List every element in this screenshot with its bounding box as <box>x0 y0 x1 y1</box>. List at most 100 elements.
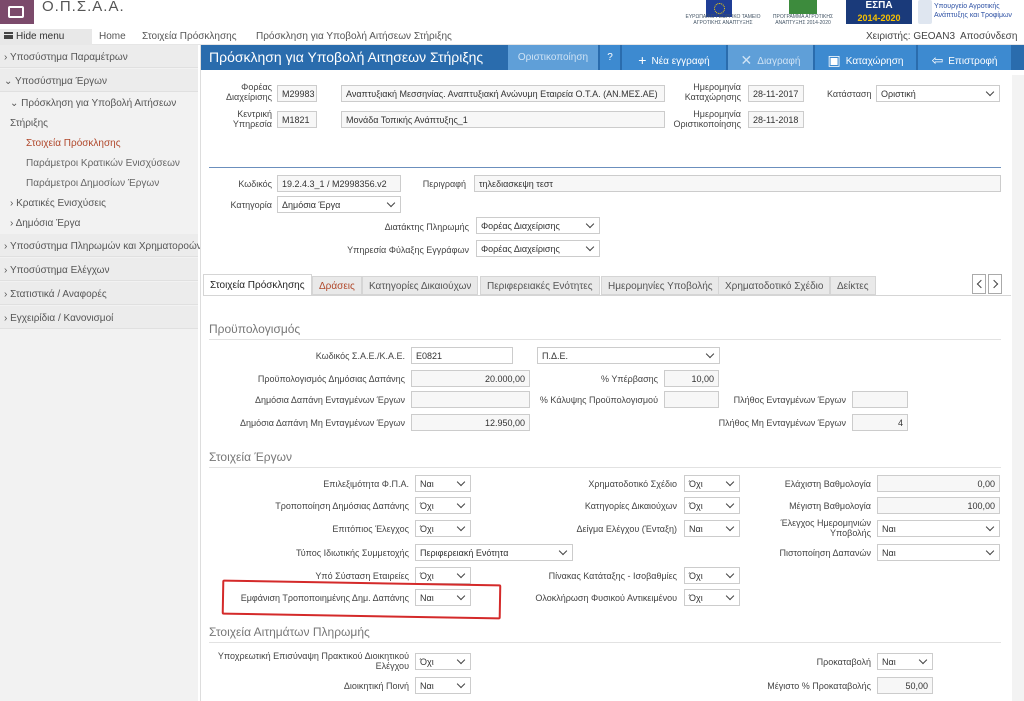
chevron-down-icon <box>558 546 568 556</box>
modify-spend-select[interactable]: Όχι <box>415 497 471 514</box>
chevron-down-icon <box>456 569 466 579</box>
advance-label: Προκαταβολή <box>816 657 871 667</box>
sidebar-item-manuals[interactable]: › Εγχειρίδια / Κανονισμοί <box>0 306 198 329</box>
payer-select[interactable]: Φορέας Διαχείρισης <box>476 217 600 234</box>
sidebar-item-invitation[interactable]: ⌄ Πρόσκληση για Υποβολή Αιτήσεων <box>10 98 208 109</box>
sidebar-item-projects[interactable]: ⌄ Υποσύστημα Έργων <box>0 69 198 92</box>
tab-prev-button[interactable] <box>972 274 986 294</box>
overrun-field[interactable]: 10,00 <box>664 370 719 387</box>
sidebar-item-state-aid[interactable]: › Κρατικές Ενισχύσεις <box>10 198 208 209</box>
help-button[interactable]: ? <box>600 45 620 70</box>
tab-funding-plan[interactable]: Χρηματοδοτικό Σχέδιο <box>718 276 831 295</box>
max-score-label: Μέγιστη Βαθμολογία <box>789 501 871 511</box>
chevron-down-icon <box>456 477 466 487</box>
pde-select[interactable]: Π.Δ.Ε. <box>537 347 720 364</box>
ranking-select[interactable]: Όχι <box>684 567 740 584</box>
min-score-label: Ελάχιστη Βαθμολογία <box>784 479 871 489</box>
not-included-spend-label: Δημόσια Δαπάνη Μη Ενταγμένων Έργων <box>239 418 405 428</box>
save-button[interactable]: ▣ Καταχώρηση <box>815 45 916 70</box>
delete-button[interactable]: ✕ Διαγραφή <box>728 45 813 70</box>
modify-spend-label: Τροποποίηση Δημόσιας Δαπάνης <box>275 501 409 511</box>
tab-indicators[interactable]: Δείκτες <box>830 276 876 295</box>
included-spend-field[interactable] <box>411 391 530 408</box>
save-icon: ▣ <box>827 52 841 68</box>
tab-actions[interactable]: Δράσεις <box>312 276 362 295</box>
vat-select[interactable]: Ναι <box>415 475 471 492</box>
new-record-button[interactable]: + Νέα εγγραφή <box>622 45 726 70</box>
tab-regions[interactable]: Περιφερειακές Ενότητες <box>480 276 600 295</box>
payments-divider <box>209 642 1001 643</box>
coverage-field[interactable] <box>664 391 719 408</box>
advance-select[interactable]: Ναι <box>877 653 933 670</box>
max-advance-field[interactable]: 50,00 <box>877 677 933 694</box>
sae-field[interactable]: Ε0821 <box>411 347 513 364</box>
sidebar-item-invitation-cont[interactable]: Στήριξης <box>10 118 208 129</box>
min-score-field[interactable]: 0,00 <box>877 475 1000 492</box>
tab-next-button[interactable] <box>988 274 1002 294</box>
sidebar-item-public-works-params[interactable]: Παράμετροι Δημοσίων Έργων <box>26 178 224 189</box>
category-select[interactable]: Δημόσια Έργα <box>277 196 401 213</box>
ownership-select[interactable]: Περιφερειακή Ενότητα <box>415 544 573 561</box>
hide-menu-button[interactable]: Hide menu <box>0 29 92 45</box>
max-score-field[interactable]: 100,00 <box>877 497 1000 514</box>
chevron-down-icon <box>456 655 466 665</box>
chevron-down-icon <box>456 679 466 689</box>
cert-select[interactable]: Ναι <box>877 544 1000 561</box>
sidebar-item-invitation-data[interactable]: Στοιχεία Πρόσκλησης <box>26 138 224 149</box>
service-code-field[interactable]: M1821 <box>277 111 317 128</box>
count-not-included-field[interactable]: 4 <box>852 414 908 431</box>
agency-code-field[interactable]: M29983 <box>277 85 317 102</box>
payments-section-title: Στοιχεία Αιτημάτων Πληρωμής <box>209 625 370 639</box>
agency-label: Φορέας Διαχείρισης <box>209 82 272 102</box>
sample-select[interactable]: Ναι <box>684 520 740 537</box>
sidebar-item-public-works[interactable]: › Δημόσια Έργα <box>10 218 208 229</box>
sidebar-item-parameters[interactable]: › Υποσύστημα Παραμέτρων <box>0 45 198 68</box>
reg-date-label-line1: Ημερομηνία <box>693 82 741 92</box>
sidebar-item-label: Κρατικές Ενισχύσεις <box>16 198 106 209</box>
back-button[interactable]: ⇦ Επιστροφή <box>918 45 1011 70</box>
agency-name-field[interactable]: Αναπτυξιακή Μεσσηνίας. Αναπτυξιακή Ανώνυ… <box>341 85 665 102</box>
not-included-spend-field[interactable]: 12.950,00 <box>411 414 530 431</box>
reg-date-field[interactable]: 28-11-2017 <box>748 85 804 102</box>
penalty-value: Ναι <box>420 681 434 691</box>
penalty-select[interactable]: Ναι <box>415 677 471 694</box>
status-select[interactable]: Οριστική <box>876 85 1000 102</box>
beneficiaries-select[interactable]: Όχι <box>684 497 740 514</box>
archive-select[interactable]: Φορέας Διαχείρισης <box>476 240 600 257</box>
ownership-label: Τύπος Ιδιωτικής Συμμετοχής <box>296 548 409 558</box>
vat-value: Ναι <box>420 479 434 489</box>
company-select[interactable]: Όχι <box>415 567 471 584</box>
sidebar-item-label: Πρόσκληση για Υποβολή Αιτήσεων <box>21 98 177 109</box>
service-label: Κεντρική Υπηρεσία <box>209 109 272 129</box>
complete-select[interactable]: Όχι <box>684 589 740 606</box>
public-budget-field[interactable]: 20.000,00 <box>411 370 530 387</box>
onsite-check-select[interactable]: Όχι <box>415 520 471 537</box>
pde-value: Π.Δ.Ε. <box>542 351 569 361</box>
breadcrumb-invitation-data[interactable]: Στοιχεία Πρόσκλησης <box>142 31 237 42</box>
funding-select[interactable]: Όχι <box>684 475 740 492</box>
sidebar-item-statistics[interactable]: › Στατιστικά / Αναφορές <box>0 282 198 305</box>
sidebar-item-checks[interactable]: › Υποσύστημα Ελέγχων <box>0 258 198 281</box>
date-check-select[interactable]: Ναι <box>877 520 1000 537</box>
sample-label: Δείγμα Ελέγχου (Ένταξη) <box>576 524 677 534</box>
reg-date-label-line2: Καταχώρησης <box>684 92 741 102</box>
finalize-button[interactable]: Οριστικοποίηση <box>508 45 598 70</box>
final-date-field[interactable]: 28-11-2018 <box>748 111 804 128</box>
sample-value: Ναι <box>689 524 703 534</box>
home-link[interactable]: Home <box>99 31 126 42</box>
code-field[interactable]: 19.2.4.3_1 / M2998356.v2 <box>277 175 401 192</box>
logout-link[interactable]: Αποσύνδεση <box>960 31 1017 42</box>
breadcrumb-invitation[interactable]: Πρόσκληση για Υποβολή Αιτήσεων Στήριξης <box>256 31 452 42</box>
tab-submission-dates[interactable]: Ημερομηνίες Υποβολής <box>601 276 720 295</box>
sae-label: Κωδικός Σ.Α.Ε./Κ.Α.Ε. <box>315 351 405 361</box>
mandatory-attach-select[interactable]: Όχι <box>415 653 471 670</box>
back-arrow-icon: ⇦ <box>931 52 944 68</box>
tab-invitation-data[interactable]: Στοιχεία Πρόσκλησης <box>203 274 312 296</box>
sidebar-item-payments[interactable]: › Υποσύστημα Πληρωμών και Χρηματοροών <box>0 234 202 257</box>
description-field[interactable]: τηλεδιασκεψη τεστ <box>474 175 1001 192</box>
service-name-field[interactable]: Μονάδα Τοπικής Ανάπτυξης_1 <box>341 111 665 128</box>
count-included-field[interactable] <box>852 391 908 408</box>
sidebar-item-state-aid-params[interactable]: Παράμετροι Κρατικών Ενισχύσεων <box>26 158 224 169</box>
vertical-scrollbar[interactable] <box>1012 75 1024 701</box>
tab-beneficiaries[interactable]: Κατηγορίες Δικαιούχων <box>362 276 479 295</box>
